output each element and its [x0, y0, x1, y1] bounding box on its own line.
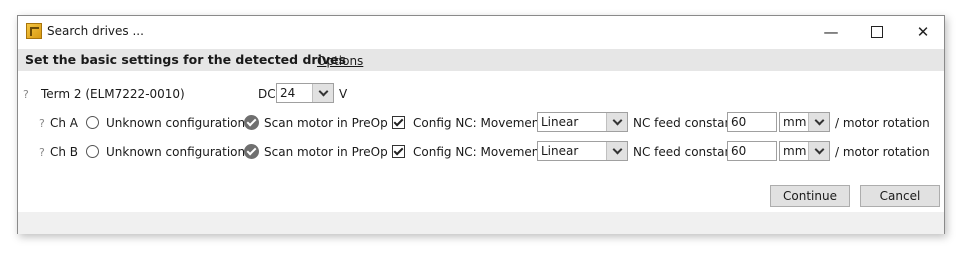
maximize-button[interactable] — [854, 16, 900, 47]
minimize-icon: — — [823, 22, 839, 41]
scan-motor-label: Scan motor in PreOp — [264, 145, 388, 159]
chevron-down-icon[interactable] — [606, 113, 627, 131]
close-button[interactable]: ✕ — [900, 16, 946, 47]
feed-constant-value: 60 — [731, 115, 747, 129]
title-bar: Search drives ... — ✕ — [18, 16, 944, 47]
close-icon: ✕ — [916, 22, 930, 41]
check-circle-icon[interactable] — [244, 144, 259, 159]
continue-button[interactable]: Continue — [770, 185, 850, 207]
config-nc-checkbox[interactable] — [392, 116, 405, 129]
feed-unit-select[interactable]: mm — [779, 141, 830, 161]
unknown-config-radio[interactable] — [86, 145, 99, 158]
search-drives-dialog: Search drives ... — ✕ Set the basic sett… — [17, 15, 945, 234]
help-icon[interactable]: ? — [23, 88, 29, 101]
config-nc-label: Config NC: Movement — [413, 145, 545, 159]
feed-constant-value: 60 — [731, 144, 747, 158]
status-strip — [18, 212, 944, 234]
chevron-down-icon[interactable] — [312, 84, 333, 102]
feed-constant-label: NC feed constant — [633, 145, 737, 159]
feed-constant-input[interactable]: 60 — [727, 112, 777, 132]
chevron-down-icon[interactable] — [808, 113, 829, 131]
term-name: Term 2 (ELM7222-0010) — [41, 87, 185, 101]
chevron-down-icon[interactable] — [606, 142, 627, 160]
feed-constant-input[interactable]: 60 — [727, 141, 777, 161]
minimize-button[interactable]: — — [808, 16, 854, 47]
motor-rotation-label: / motor rotation — [835, 145, 930, 159]
channel-name: Ch A — [50, 116, 79, 130]
dc-unit: V — [339, 87, 348, 101]
header-title: Set the basic settings for the detected … — [25, 52, 346, 67]
window-title: Search drives ... — [47, 24, 144, 38]
feed-unit-value: mm — [783, 115, 807, 129]
motor-rotation-label: / motor rotation — [835, 116, 930, 130]
movement-value: Linear — [541, 144, 579, 158]
help-icon[interactable]: ? — [39, 146, 45, 159]
help-icon[interactable]: ? — [39, 117, 45, 130]
channel-name: Ch B — [50, 145, 79, 159]
unknown-config-radio[interactable] — [86, 116, 99, 129]
options-link[interactable]: Options — [317, 54, 363, 68]
dc-label: DC — [258, 87, 276, 101]
config-nc-label: Config NC: Movement — [413, 116, 545, 130]
movement-select[interactable]: Linear — [537, 112, 628, 132]
dc-voltage-select[interactable]: 24 — [276, 83, 334, 103]
cancel-button[interactable]: Cancel — [860, 185, 940, 207]
app-icon — [26, 23, 42, 39]
unknown-config-label: Unknown configuration. — [106, 116, 249, 130]
config-nc-checkbox[interactable] — [392, 145, 405, 158]
movement-select[interactable]: Linear — [537, 141, 628, 161]
feed-constant-label: NC feed constant — [633, 116, 737, 130]
chevron-down-icon[interactable] — [808, 142, 829, 160]
unknown-config-label: Unknown configuration. — [106, 145, 249, 159]
feed-unit-value: mm — [783, 144, 807, 158]
movement-value: Linear — [541, 115, 579, 129]
scan-motor-label: Scan motor in PreOp — [264, 116, 388, 130]
maximize-icon — [871, 25, 883, 38]
dc-voltage-value: 24 — [280, 86, 296, 100]
check-circle-icon[interactable] — [244, 115, 259, 130]
settings-header: Set the basic settings for the detected … — [18, 49, 944, 71]
feed-unit-select[interactable]: mm — [779, 112, 830, 132]
